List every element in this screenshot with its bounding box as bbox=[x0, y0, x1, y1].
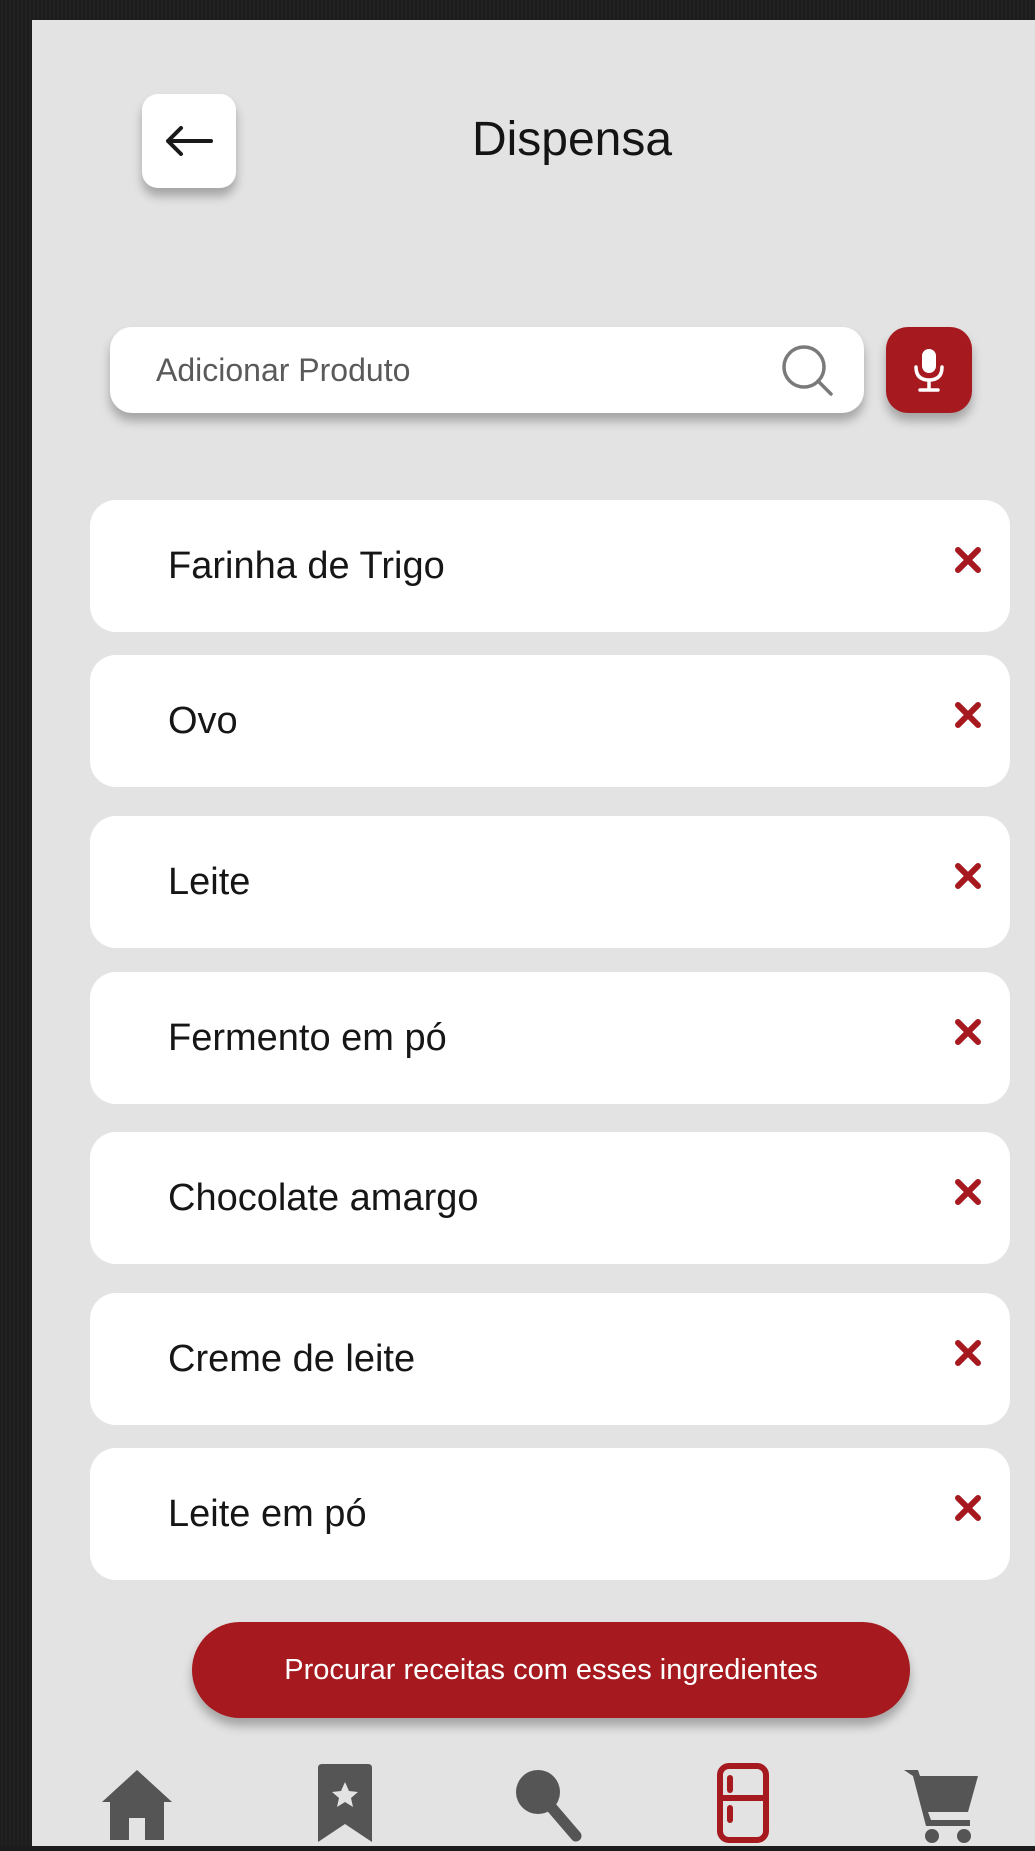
search-bar bbox=[110, 327, 864, 413]
list-item: Creme de leite bbox=[90, 1293, 1010, 1425]
list-item: Leite em pó bbox=[90, 1448, 1010, 1580]
arrow-left-icon bbox=[166, 126, 213, 156]
bookmark-star-icon bbox=[318, 1764, 372, 1842]
close-icon[interactable] bbox=[948, 1172, 988, 1212]
list-item: Fermento em pó bbox=[90, 972, 1010, 1104]
app-screen: Dispensa Farinha de Trigo Ovo bbox=[32, 20, 1035, 1846]
item-label: Farinha de Trigo bbox=[168, 545, 445, 587]
close-icon[interactable] bbox=[948, 1333, 988, 1373]
item-label: Ovo bbox=[168, 700, 238, 742]
nav-pantry[interactable] bbox=[700, 1760, 786, 1846]
close-icon[interactable] bbox=[948, 695, 988, 735]
search-recipes-button[interactable]: Procurar receitas com esses ingredientes bbox=[192, 1622, 910, 1718]
list-item: Farinha de Trigo bbox=[90, 500, 1010, 632]
close-icon[interactable] bbox=[948, 1012, 988, 1052]
nav-home[interactable] bbox=[94, 1760, 180, 1846]
nav-search[interactable] bbox=[502, 1760, 588, 1846]
home-icon bbox=[102, 1770, 172, 1840]
page-title: Dispensa bbox=[471, 113, 673, 166]
list-item: Ovo bbox=[90, 655, 1010, 787]
back-button[interactable] bbox=[142, 94, 236, 188]
microphone-icon bbox=[914, 349, 944, 392]
item-label: Leite em pó bbox=[168, 1493, 367, 1535]
nav-saved[interactable] bbox=[302, 1760, 388, 1846]
close-icon[interactable] bbox=[948, 540, 988, 580]
fridge-icon bbox=[717, 1763, 769, 1843]
microphone-button[interactable] bbox=[886, 327, 972, 413]
device-frame: Dispensa Farinha de Trigo Ovo bbox=[0, 0, 1035, 1846]
search-input[interactable] bbox=[156, 327, 736, 413]
nav-cart[interactable] bbox=[898, 1760, 984, 1846]
bottom-nav bbox=[32, 1760, 1035, 1846]
close-icon[interactable] bbox=[948, 856, 988, 896]
close-icon[interactable] bbox=[948, 1488, 988, 1528]
list-item: Chocolate amargo bbox=[90, 1132, 1010, 1264]
search-icon[interactable] bbox=[778, 341, 836, 399]
item-label: Creme de leite bbox=[168, 1338, 416, 1380]
list-item: Leite bbox=[90, 816, 1010, 948]
item-label: Fermento em pó bbox=[168, 1017, 447, 1059]
search-icon bbox=[516, 1770, 582, 1842]
cart-icon bbox=[904, 1770, 978, 1843]
item-label: Chocolate amargo bbox=[168, 1177, 479, 1219]
item-label: Leite bbox=[168, 861, 251, 903]
